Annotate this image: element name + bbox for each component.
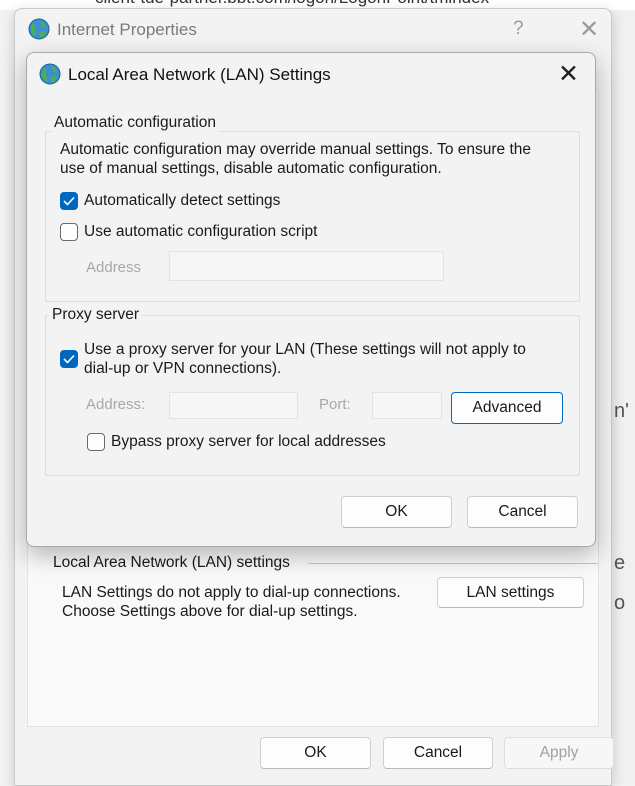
automatic-configuration-legend: Automatic configuration [51,114,219,132]
auto-config-script-checkbox[interactable] [60,223,78,241]
bypass-local-checkbox[interactable] [87,433,105,451]
background-text-fragment: n' [614,400,629,422]
globe-icon [38,62,62,91]
auto-config-script-label[interactable]: Use automatic configuration script [84,222,317,241]
script-address-label: Address [86,259,142,276]
ok-button[interactable]: OK [260,737,371,769]
description-line: use of manual settings, disable automati… [60,160,442,177]
cancel-button[interactable]: Cancel [383,737,493,769]
checkmark-icon [63,354,75,364]
description-line: Automatic configuration may override man… [60,141,531,158]
checkmark-icon [63,196,75,206]
use-proxy-label-line: dial-up or VPN connections). [84,360,282,377]
proxy-port-label: Port: [319,396,351,413]
lan-section-divider [308,563,598,564]
cancel-button[interactable]: Cancel [467,496,578,528]
lan-section-legend: Local Area Network (LAN) settings [53,554,290,571]
use-proxy-label-line: Use a proxy server for your LAN (These s… [84,341,526,358]
use-proxy-label[interactable]: Use a proxy server for your LAN (These s… [84,340,526,378]
proxy-address-input[interactable] [169,392,298,419]
browser-url-fragment: client-tde-partner.bbt.com/logon/LogonPo… [95,0,489,8]
auto-detect-label[interactable]: Automatically detect settings [84,191,280,210]
lan-section-description: LAN Settings do not apply to dial-up con… [62,583,401,621]
lan-description-line: Choose Settings above for dial-up settin… [62,603,358,620]
dialog-title: Local Area Network (LAN) Settings [68,65,331,84]
help-icon[interactable]: ? [513,18,524,40]
script-address-input[interactable] [169,251,444,281]
lan-settings-dialog: Local Area Network (LAN) Settings ✕ Auto… [26,52,596,547]
background-text-fragment: o [614,592,626,614]
automatic-configuration-description: Automatic configuration may override man… [60,140,531,178]
proxy-address-label: Address: [86,396,146,413]
auto-detect-checkbox[interactable] [60,192,78,210]
globe-icon [27,17,51,46]
proxy-port-input[interactable] [372,392,442,419]
window-title: Internet Properties [57,20,197,39]
close-icon[interactable]: ✕ [558,59,579,89]
background-text-fragment: e [614,552,626,574]
proxy-server-legend: Proxy server [49,306,142,324]
internet-properties-titlebar: Internet Properties ? ✕ [15,9,611,49]
advanced-button[interactable]: Advanced [451,392,563,424]
close-icon[interactable]: ✕ [579,15,599,44]
use-proxy-checkbox[interactable] [60,350,78,368]
ok-button[interactable]: OK [341,496,452,528]
lan-description-line: LAN Settings do not apply to dial-up con… [62,584,401,601]
lan-settings-button[interactable]: LAN settings [437,577,584,608]
lan-dialog-titlebar: Local Area Network (LAN) Settings ✕ [27,53,595,97]
bypass-local-label[interactable]: Bypass proxy server for local addresses [111,432,386,451]
apply-button[interactable]: Apply [504,737,614,769]
